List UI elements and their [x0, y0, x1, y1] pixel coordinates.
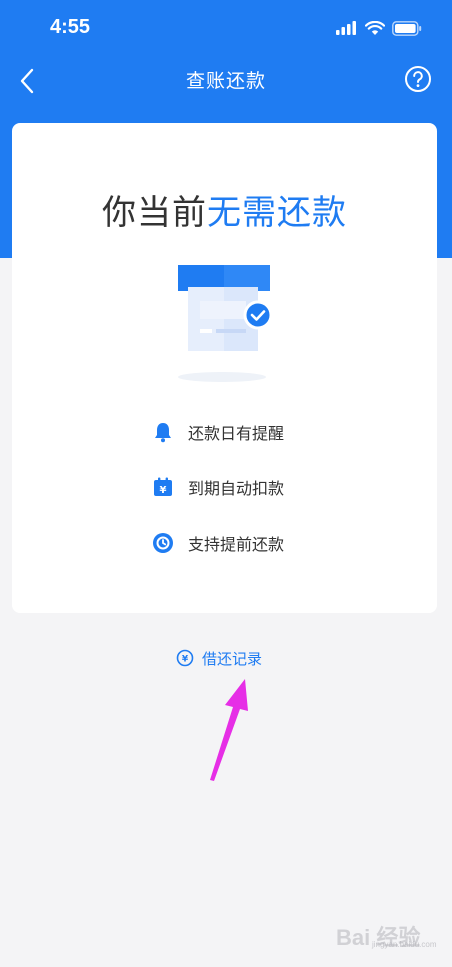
- status-time: 4:55: [50, 16, 91, 38]
- status-headline: 你当前无需还款: [12, 185, 437, 234]
- watermark: Bai 经验 jingyan.baidu.com: [336, 912, 446, 952]
- records-label: 借还记录: [202, 649, 263, 668]
- calendar-yen-icon: ¥: [150, 474, 176, 500]
- feature-label: 还款日有提醒: [188, 424, 285, 443]
- page-title: 查账还款: [185, 70, 266, 92]
- feature-reminder: 还款日有提醒: [150, 418, 284, 446]
- help-button[interactable]: [404, 65, 432, 93]
- feature-auto-deduct: ¥ 到期自动扣款: [150, 473, 284, 501]
- repayment-status-card: 你当前无需还款 还款日有提醒 ¥ 到期自动扣款 支持提前还款: [12, 123, 437, 613]
- status-icons: [336, 18, 422, 38]
- wifi-icon: [365, 20, 385, 35]
- signal-icon: [336, 21, 356, 35]
- headline-prefix: 你当前: [102, 193, 207, 233]
- question-circle-icon: [405, 66, 431, 92]
- headline-highlight: 无需还款: [207, 193, 347, 233]
- feature-label: 支持提前还款: [188, 535, 285, 554]
- battery-icon: [392, 20, 422, 36]
- borrow-repay-records-link[interactable]: ¥ 借还记录: [176, 645, 262, 671]
- yen-circle-icon: ¥: [176, 649, 194, 667]
- annotation-arrow: [210, 679, 248, 781]
- clock-icon: [150, 530, 176, 556]
- watermark-sub: jingyan.baidu.com: [372, 940, 437, 949]
- nav-bar: 查账还款: [0, 56, 452, 104]
- svg-text:¥: ¥: [182, 655, 189, 665]
- feature-early-repay: 支持提前还款: [150, 529, 284, 557]
- svg-text:¥: ¥: [160, 485, 167, 496]
- no-repayment-illustration: [178, 265, 273, 382]
- status-bar: 4:55: [0, 0, 452, 56]
- bell-icon: [150, 419, 176, 445]
- feature-label: 到期自动扣款: [188, 479, 285, 498]
